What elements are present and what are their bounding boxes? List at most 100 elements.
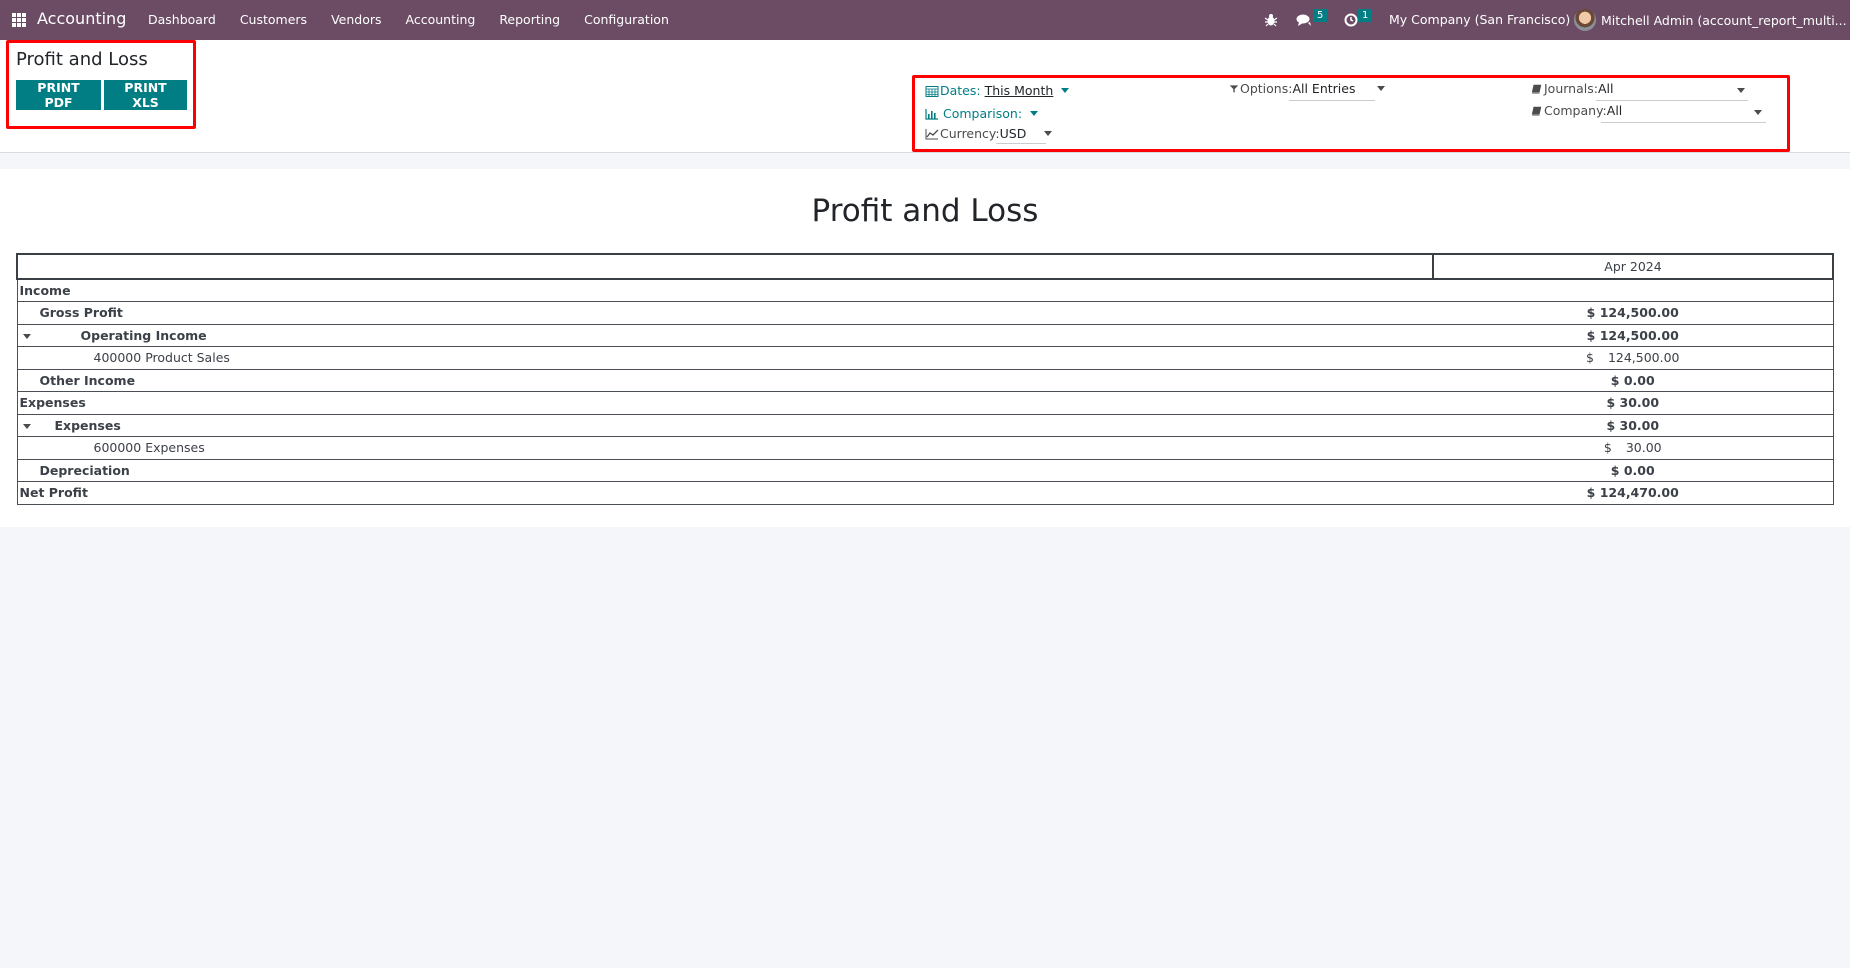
menu-vendors[interactable]: Vendors [319, 12, 393, 27]
company-dropdown-caret[interactable] [1754, 110, 1762, 115]
app-name[interactable]: Accounting [37, 9, 126, 28]
profit-loss-table: Apr 2024 Income Gross Profit $ 124,500.00 O… [16, 253, 1834, 505]
caret-down-icon[interactable] [22, 333, 31, 339]
row-label: Other Income [39, 372, 136, 388]
row-label: Gross Profit [39, 305, 123, 321]
row-amount[interactable]: $ 0.00 [1611, 463, 1655, 478]
journals-dropdown-caret[interactable] [1737, 88, 1745, 93]
menu-dashboard[interactable]: Dashboard [136, 12, 228, 27]
table-row[interactable]: Net Profit $ 124,470.00 [17, 481, 1833, 504]
row-amount[interactable]: $ 0.00 [1611, 373, 1655, 388]
apps-menu-icon[interactable] [12, 13, 26, 27]
journals-value: All [1597, 81, 1614, 96]
print-pdf-button[interactable]: PRINT PDF [16, 80, 101, 110]
dates-label: Dates: [940, 83, 981, 98]
comparison-filter[interactable]: Comparison: [925, 106, 1039, 121]
options-filter[interactable]: Options: All Entries [1229, 81, 1386, 96]
row-amount-cell: $ 0.00 [1433, 458, 1833, 482]
row-amount[interactable]: 30.00 [1626, 440, 1662, 455]
row-amount-cell: $30.00 [1433, 436, 1833, 459]
menu-customers[interactable]: Customers [228, 12, 319, 27]
table-row[interactable]: Other Income $ 0.00 [17, 368, 1833, 392]
row-amount[interactable]: $ 124,470.00 [1587, 485, 1679, 500]
dates-dropdown-caret[interactable] [1061, 88, 1070, 93]
company-label: Company: [1544, 103, 1607, 118]
caret-down-icon[interactable] [22, 423, 31, 429]
activities-button[interactable]: 1 [1344, 9, 1373, 27]
row-amount[interactable]: $ 124,500.00 [1587, 328, 1679, 343]
row-amount[interactable]: 124,500.00 [1608, 350, 1680, 365]
currency-select-underline [996, 143, 1046, 144]
options-select-underline [1289, 100, 1375, 101]
currency-filter[interactable]: Currency: USD [925, 126, 1053, 141]
top-navbar: Accounting Dashboard Customers Vendors A… [0, 0, 1850, 40]
company-value: All [1606, 103, 1623, 118]
row-label: 400000 Product Sales [93, 350, 230, 366]
comparison-label: Comparison: [943, 106, 1023, 121]
row-amount-cell: $ 124,500.00 [1433, 323, 1833, 347]
row-amount-cell: $ 0.00 [1433, 368, 1833, 392]
options-label: Options: [1240, 81, 1293, 96]
table-row[interactable]: 400000 Product Sales $124,500.00 [17, 346, 1833, 369]
company-switcher[interactable]: My Company (San Francisco) [1389, 12, 1570, 27]
row-label-cell: Income [17, 278, 1433, 302]
row-label-cell: Operating Income [17, 323, 1433, 347]
table-row[interactable]: Expenses $ 30.00 [17, 391, 1833, 414]
user-name: Mitchell Admin (account_report_multi... [1601, 12, 1847, 28]
page-title: Profit and Loss [16, 49, 148, 70]
dates-filter[interactable]: Dates: This Month [925, 83, 1070, 98]
row-label-cell: 600000 Expenses [17, 436, 1433, 459]
row-label: Depreciation [39, 462, 130, 478]
currency-symbol: $ [1603, 440, 1612, 456]
currency-value: USD [999, 126, 1027, 141]
row-amount[interactable]: $ 124,500.00 [1587, 305, 1679, 320]
journals-filter[interactable]: Journals: All [1531, 81, 1613, 96]
menu-reporting[interactable]: Reporting [487, 12, 572, 27]
messages-badge: 5 [1313, 9, 1328, 22]
currency-label: Currency: [940, 126, 1000, 141]
messages-button[interactable]: 5 [1296, 9, 1328, 27]
row-amount[interactable]: $ 30.00 [1606, 395, 1659, 410]
currency-dropdown-caret[interactable] [1044, 131, 1053, 136]
debug-icon[interactable] [1264, 12, 1278, 31]
company-filter[interactable]: Company: All [1531, 103, 1622, 118]
book-icon [1531, 106, 1542, 116]
row-label-cell: Depreciation [17, 458, 1433, 482]
table-row[interactable]: 600000 Expenses $30.00 [17, 436, 1833, 459]
table-row[interactable]: Gross Profit $ 124,500.00 [17, 301, 1833, 324]
activities-badge: 1 [1358, 9, 1373, 22]
options-value: All Entries [1292, 81, 1356, 96]
dates-value: This Month [984, 83, 1054, 98]
row-amount-cell: $ 30.00 [1433, 391, 1833, 414]
row-amount-cell: $ 30.00 [1433, 413, 1833, 437]
row-label: Expenses [54, 417, 121, 433]
name-column-header [16, 253, 1434, 280]
options-dropdown-caret[interactable] [1377, 86, 1386, 91]
table-row[interactable]: Operating Income $ 124,500.00 [17, 323, 1833, 347]
report-sheet: Profit and Loss Apr 2024 Income Gross Pro… [0, 169, 1850, 527]
filter-icon [1229, 84, 1239, 93]
bar-chart-icon [925, 108, 938, 120]
table-row[interactable]: Income [17, 278, 1833, 302]
menu-configuration[interactable]: Configuration [572, 12, 681, 27]
row-label: Income [19, 283, 71, 298]
currency-symbol: $ [1585, 350, 1594, 366]
row-label-cell: Expenses [17, 391, 1433, 414]
row-label: 600000 Expenses [93, 440, 205, 456]
period-column-header: Apr 2024 [1432, 253, 1834, 280]
row-label: Operating Income [80, 327, 207, 343]
table-row[interactable]: Depreciation $ 0.00 [17, 458, 1833, 482]
chat-icon [1296, 14, 1311, 26]
row-label-cell: Other Income [17, 368, 1433, 392]
journals-label: Journals: [1544, 81, 1598, 96]
user-menu[interactable]: Mitchell Admin (account_report_multi... [1574, 9, 1847, 31]
row-amount[interactable]: $ 30.00 [1606, 418, 1659, 433]
table-row[interactable]: Expenses $ 30.00 [17, 413, 1833, 437]
row-amount-cell: $124,500.00 [1433, 346, 1833, 369]
print-xls-button[interactable]: PRINT XLS [104, 80, 187, 110]
calendar-icon [925, 85, 939, 97]
row-amount-cell: $ 124,500.00 [1433, 301, 1833, 324]
menu-accounting[interactable]: Accounting [394, 12, 488, 27]
comparison-dropdown-caret[interactable] [1030, 111, 1039, 116]
row-amount-cell: $ 124,470.00 [1433, 481, 1833, 504]
